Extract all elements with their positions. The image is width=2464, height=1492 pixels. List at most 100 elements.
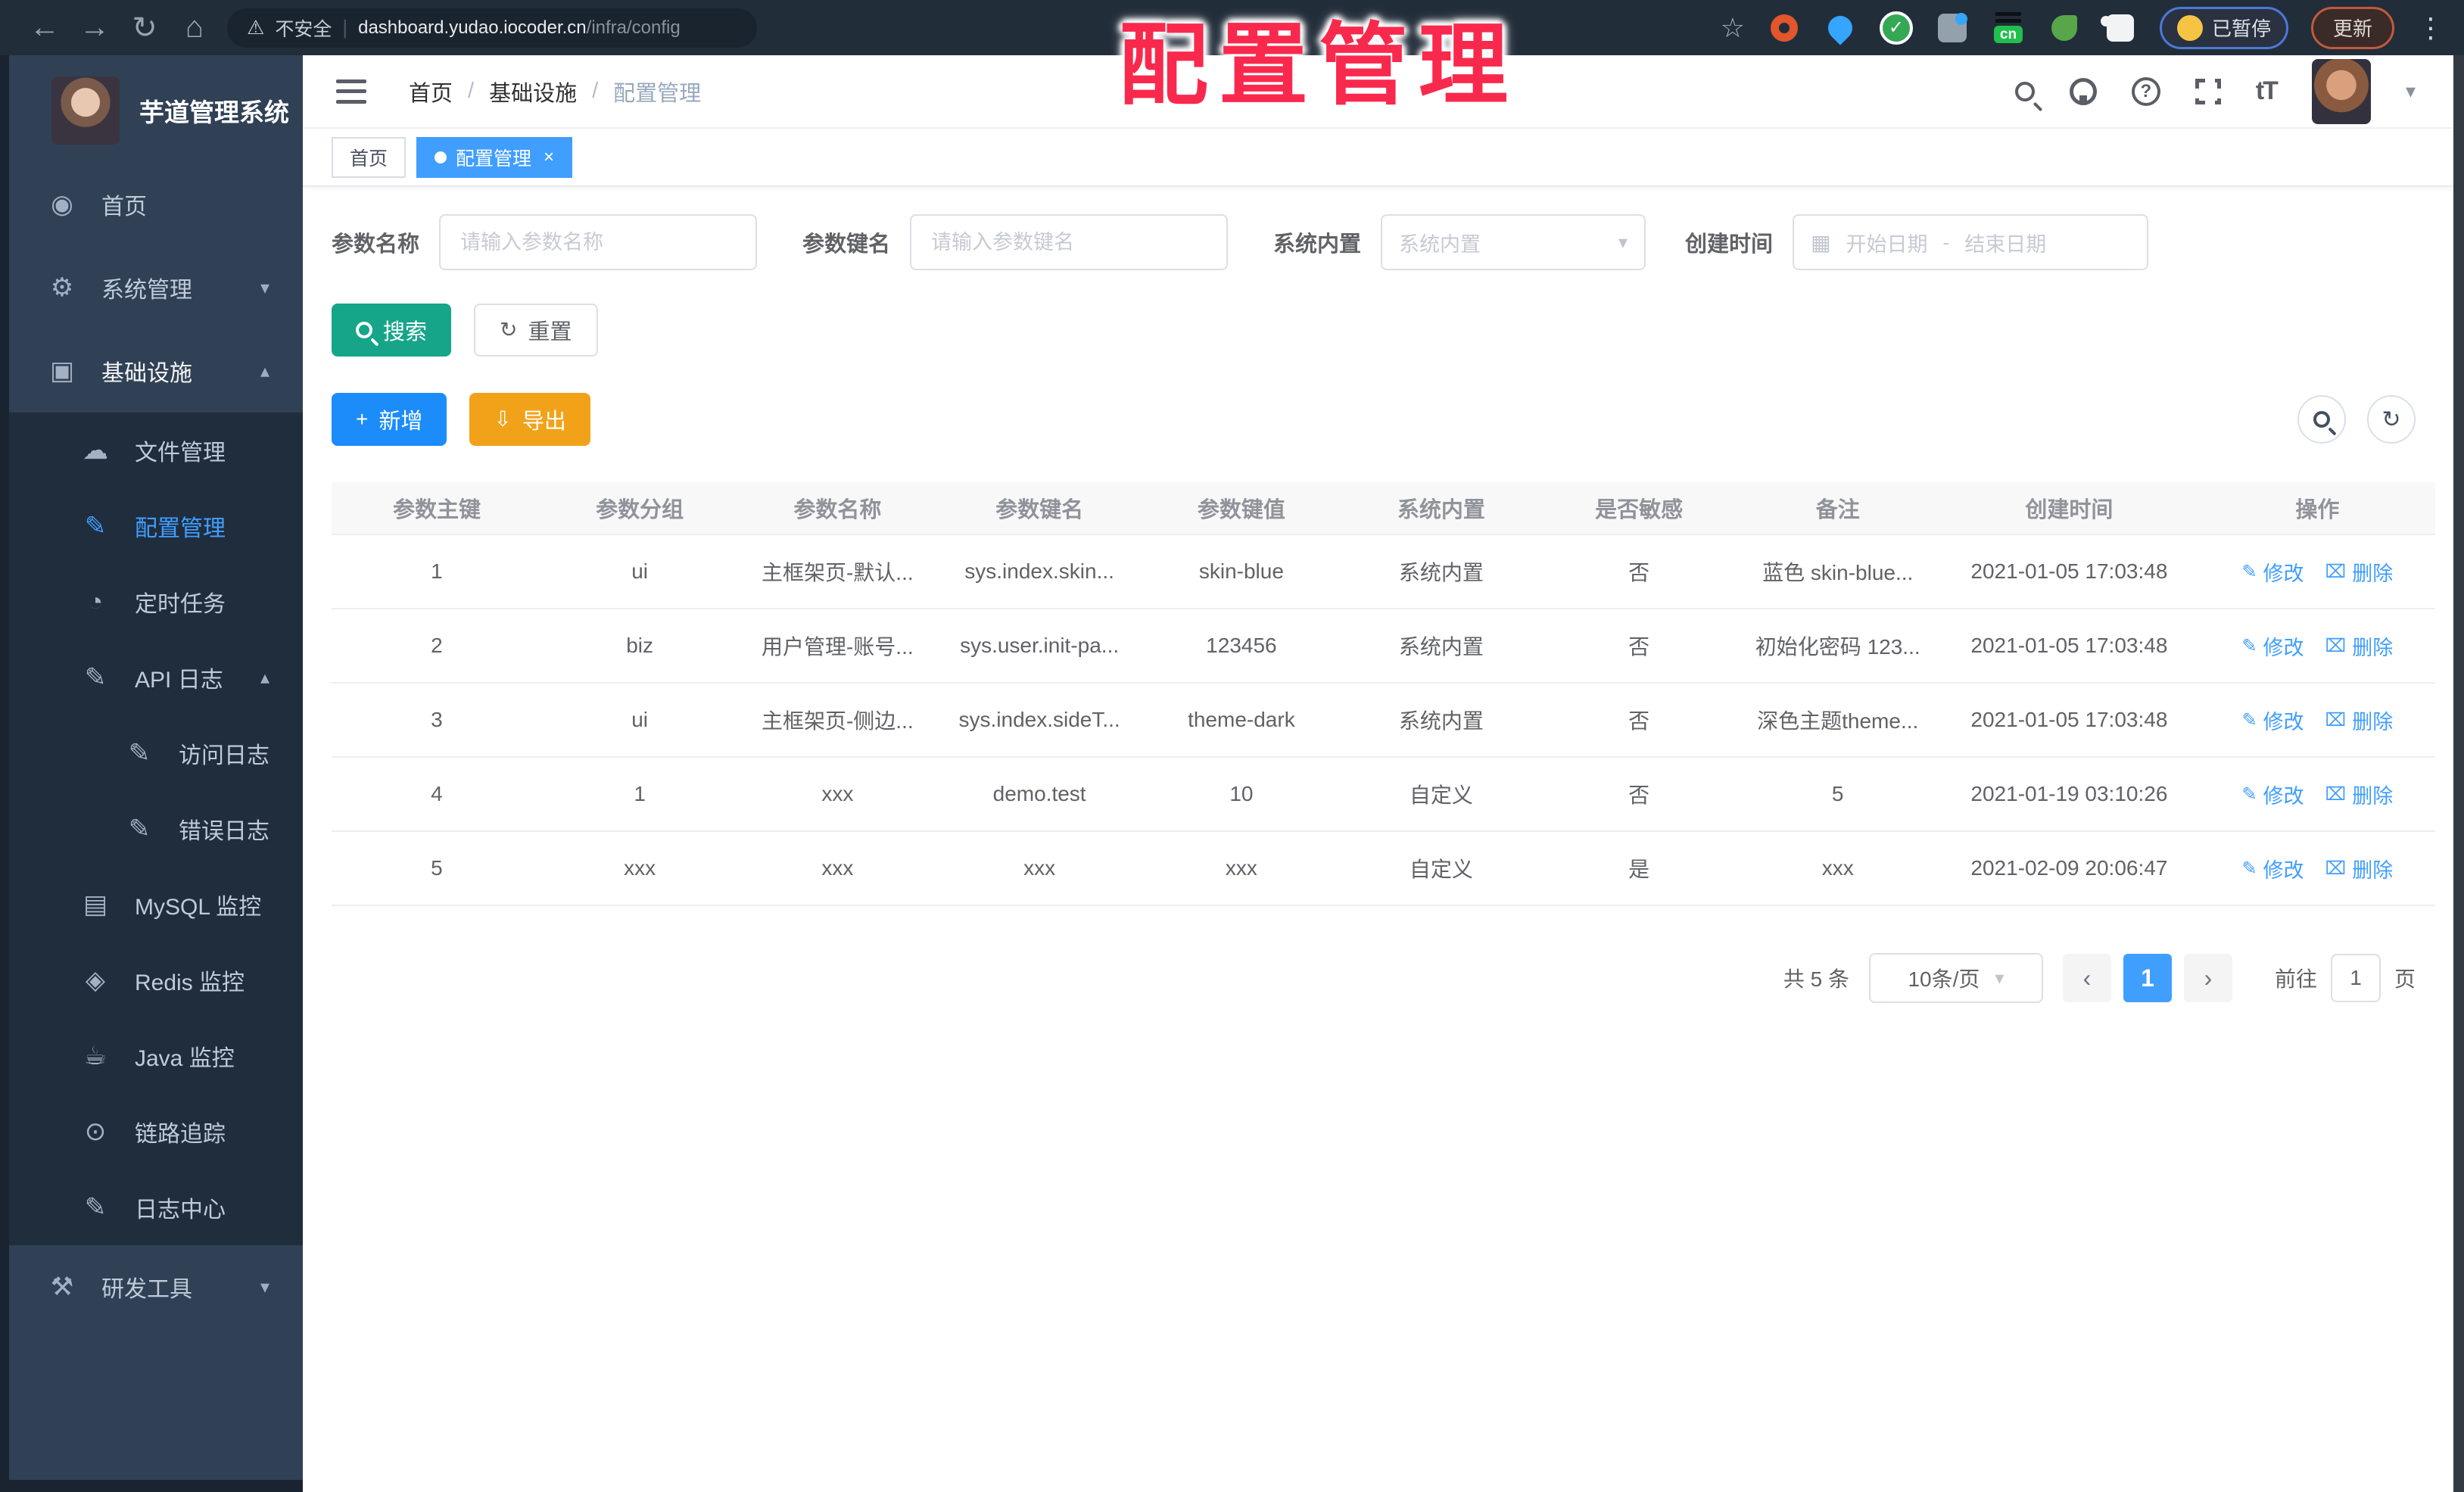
date-range-picker[interactable]: ▦ 开始日期 - 结束日期 [1793, 214, 2149, 270]
page-1-button[interactable]: 1 [2123, 954, 2172, 1002]
extensions-puzzle-icon[interactable] [2104, 11, 2137, 45]
reset-button[interactable]: ↻ 重置 [474, 304, 598, 357]
sidebar-item-api-log[interactable]: ✎ API 日志 ▴ [9, 640, 303, 715]
sidebar-item-dev-tools[interactable]: ⚒ 研发工具 ▾ [9, 1245, 303, 1328]
active-tab-dot [435, 151, 447, 164]
table-cell: sys.index.sideT... [958, 708, 1120, 731]
search-button[interactable]: 搜索 [332, 304, 452, 357]
sidebar-item-home[interactable]: ◉ 首页 [9, 163, 303, 246]
address-bar[interactable]: ⚠ 不安全 | dashboard.yudao.iocoder.cn/infra… [227, 8, 757, 48]
download-icon: ⇩ [494, 407, 512, 431]
sidebar-item-scheduled-jobs[interactable]: ◔ 定时任务 [9, 564, 303, 640]
bookmark-star-icon[interactable]: ☆ [1721, 12, 1745, 44]
tab-close-icon[interactable]: × [544, 147, 554, 168]
delete-link[interactable]: ⌧ 删除 [2325, 706, 2394, 735]
logo-image [51, 76, 120, 145]
delete-link[interactable]: ⌧ 删除 [2325, 557, 2394, 587]
table-row: 4 1 xxx demo.test 10 自定义 否 5 2021-01-19 03:10:26… [332, 758, 2435, 832]
edit-icon: ✎ [2241, 858, 2257, 879]
sidebar-item-label: 系统管理 [101, 278, 192, 303]
github-icon[interactable] [2069, 77, 2097, 105]
sidebar-item-mysql-monitor[interactable]: ▤ MySQL 监控 [9, 867, 303, 942]
font-size-icon[interactable]: tT [2256, 76, 2279, 106]
sidebar-logo-row[interactable]: 芋道管理系统 [9, 55, 303, 163]
edit-link[interactable]: ✎ 修改 [2241, 557, 2304, 587]
fullscreen-icon[interactable] [2192, 76, 2231, 114]
delete-link[interactable]: ⌧ 删除 [2325, 780, 2394, 809]
extension-cn-icon[interactable]: cn [1992, 11, 2025, 45]
search-icon[interactable] [2014, 81, 2035, 101]
help-icon[interactable]: ? [2131, 76, 2160, 106]
column-header: 创建时间 [2025, 498, 2114, 522]
url-text: dashboard.yudao.iocoder.cn/infra/config [358, 17, 681, 39]
column-header: 系统内置 [1397, 498, 1485, 522]
extension-gray-icon[interactable] [1936, 11, 1969, 45]
edit-icon: ✎ [2241, 783, 2257, 805]
user-avatar[interactable] [2311, 58, 2371, 124]
breadcrumb-infra[interactable]: 基础设施 [489, 76, 577, 107]
table-cell-actions: ✎ 修改 ⌧ 删除 [2200, 706, 2435, 735]
sidebar-item-file-manage[interactable]: ☁ 文件管理 [9, 413, 303, 488]
table-row: 2 biz 用户管理-账号... sys.user.init-pa... 123456 系… [332, 609, 2435, 684]
edit-link[interactable]: ✎ 修改 [2241, 780, 2304, 809]
sidebar-item-error-log[interactable]: ✎ 错误日志 [9, 791, 303, 867]
cn-badge: cn [1993, 26, 2023, 43]
paused-badge[interactable]: 已暂停 [2159, 6, 2288, 49]
edit-icon: ✎ [2241, 635, 2257, 656]
tab-config[interactable]: 配置管理 × [416, 136, 573, 178]
extension-leaf-icon[interactable] [2048, 11, 2081, 45]
table-header: 参数主键 参数分组 参数名称 参数键名 参数键值 系统内置 是否敏感 备注 创建时间 操作 [332, 482, 2435, 535]
goto-page-input[interactable] [2330, 954, 2381, 1002]
table-cell: ui [631, 559, 648, 583]
sidebar-collapse-icon[interactable] [336, 79, 366, 104]
table-cell: 否 [1628, 635, 1650, 659]
home-icon[interactable]: ⌂ [170, 11, 220, 45]
table-cell: 否 [1628, 783, 1650, 807]
export-button[interactable]: ⇩ 导出 [469, 393, 590, 446]
sidebar-item-config-manage[interactable]: ✎ 配置管理 [9, 488, 303, 564]
sidebar-item-access-log[interactable]: ✎ 访问日志 [9, 715, 303, 791]
param-key-input[interactable] [911, 230, 1227, 254]
edit-icon: ✎ [2241, 709, 2257, 730]
tab-home[interactable]: 首页 [332, 136, 407, 178]
update-button[interactable]: 更新 [2310, 6, 2394, 49]
delete-link[interactable]: ⌧ 删除 [2325, 631, 2394, 661]
delete-link[interactable]: ⌧ 删除 [2325, 854, 2394, 883]
page-scrollbar[interactable] [2453, 55, 2464, 1492]
param-name-input[interactable] [441, 230, 756, 254]
reload-icon[interactable]: ↻ [120, 11, 170, 45]
sidebar-item-infra[interactable]: ▣ 基础设施 ▴ [9, 329, 303, 413]
extension-check-icon[interactable]: ✓ [1879, 11, 1913, 45]
prev-page-button[interactable]: ‹ [2062, 954, 2111, 1002]
back-icon[interactable]: ← [20, 11, 70, 45]
trash-icon: ⌧ [2325, 858, 2347, 879]
sidebar-item-system[interactable]: ⚙ 系统管理 ▾ [9, 246, 303, 329]
edit-link[interactable]: ✎ 修改 [2241, 706, 2304, 735]
add-button[interactable]: + 新增 [332, 393, 447, 446]
date-end-placeholder: 结束日期 [1964, 232, 2047, 256]
breadcrumb-home[interactable]: 首页 [409, 76, 453, 107]
builtin-select[interactable]: 系统内置 ▾ [1381, 214, 1646, 270]
page-size-select[interactable]: 10条/页 ▾ [1868, 953, 2043, 1003]
browser-menu-icon[interactable]: ⋮ [2417, 12, 2444, 44]
sidebar-item-log-center[interactable]: ✎ 日志中心 [9, 1170, 303, 1245]
chevron-icon: ▾ [260, 1276, 269, 1297]
table-cell: 自定义 [1409, 858, 1473, 881]
edit-link[interactable]: ✎ 修改 [2241, 854, 2304, 883]
extension-orange-icon[interactable] [1768, 11, 1801, 45]
url-host: dashboard.yudao.iocoder.cn [358, 17, 587, 38]
next-page-button[interactable]: › [2183, 954, 2232, 1002]
extension-pin-icon[interactable] [1823, 10, 1858, 45]
avatar-caret-icon[interactable]: ▾ [2406, 79, 2416, 103]
table-cell: 1 [634, 782, 646, 805]
emoji-face-icon [2176, 14, 2203, 41]
browser-extensions-area: ☆ ✓ cn 已暂停 更新 ⋮ [1721, 6, 2444, 49]
sidebar-item-java-monitor[interactable]: ☕ Java 监控 [9, 1018, 303, 1094]
forward-icon[interactable]: → [70, 11, 120, 45]
refresh-button[interactable]: ↻ [2367, 395, 2416, 444]
edit-link[interactable]: ✎ 修改 [2241, 631, 2304, 661]
search-toggle-button[interactable] [2297, 395, 2346, 444]
sidebar-item-redis-monitor[interactable]: ◈ Redis 监控 [9, 942, 303, 1018]
sidebar-item-trace[interactable]: ⊙ 链路追踪 [9, 1094, 303, 1170]
table-cell: 系统内置 [1398, 561, 1484, 584]
